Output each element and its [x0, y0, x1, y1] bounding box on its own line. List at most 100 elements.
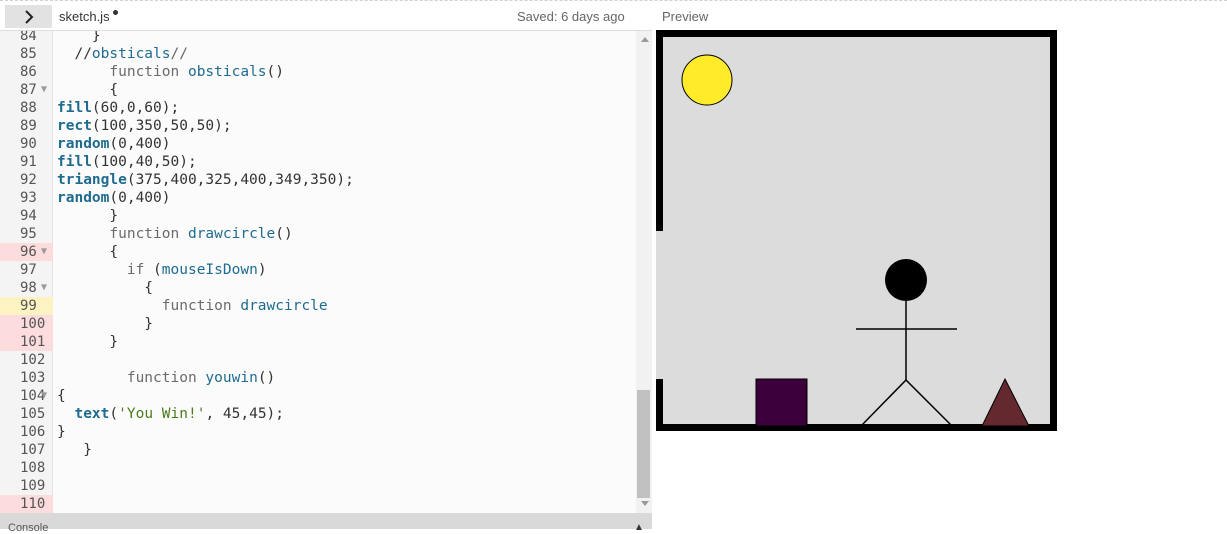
line-number: 98 ▼: [20, 279, 48, 297]
line-number: 91: [20, 154, 37, 170]
sketch-preview-canvas[interactable]: [656, 30, 1057, 431]
line-number: 97: [20, 262, 37, 278]
code-line[interactable]: 105 text('You Win!', 45,45);: [0, 405, 636, 423]
code-line[interactable]: 110: [0, 495, 636, 513]
sun-circle: [681, 54, 733, 106]
code-text: {: [57, 244, 119, 260]
line-number: 100: [0, 315, 53, 333]
code-line[interactable]: 86 function obsticals(): [0, 63, 636, 81]
code-text: fill(60,0,60);: [57, 100, 180, 116]
file-tab-name[interactable]: sketch.js: [59, 9, 110, 24]
obstacle-rectangle: [755, 378, 808, 427]
line-number: 102: [20, 352, 46, 368]
line-number: 92: [20, 172, 37, 188]
code-line[interactable]: 90 random(0,400): [0, 135, 636, 153]
code-text: random(0,400): [57, 190, 171, 206]
line-number: 105: [20, 406, 46, 422]
frame-top-wall: [656, 30, 1057, 37]
code-line[interactable]: 87 ▼ {: [0, 81, 636, 99]
code-text: {: [57, 280, 154, 296]
stick-figure-head: [885, 259, 927, 301]
console-panel[interactable]: Console ▲: [0, 513, 652, 534]
line-number: 110: [0, 495, 53, 513]
line-number: 86: [20, 64, 37, 80]
line-number: 106: [20, 424, 46, 440]
line-number: 85: [20, 46, 37, 62]
line-number: 84: [20, 30, 37, 44]
code-text: triangle(375,400,325,400,349,350);: [57, 172, 354, 188]
code-text: fill(100,40,50);: [57, 154, 197, 170]
code-text: {: [57, 388, 66, 404]
frame-right-wall: [1050, 30, 1057, 431]
code-text: function youwin(): [126, 370, 276, 386]
code-line[interactable]: 98 ▼ {: [0, 279, 636, 297]
code-editor[interactable]: 84 } 85 //obsticals//86 function obstical…: [0, 30, 652, 513]
code-text: }: [57, 442, 92, 458]
fold-arrow-icon[interactable]: ▼: [41, 81, 47, 99]
code-line[interactable]: 89 rect(100,350,50,50);: [0, 117, 636, 135]
code-text: }: [57, 30, 101, 44]
code-text: }: [57, 316, 154, 332]
code-text: //obsticals//: [57, 46, 188, 62]
scroll-down-arrow-icon[interactable]: [641, 501, 649, 506]
code-line[interactable]: 96 ▼ {: [0, 243, 636, 261]
line-number: 103: [20, 370, 46, 386]
unsaved-indicator: [113, 10, 118, 15]
code-text: random(0,400): [57, 136, 171, 152]
line-number: 107: [20, 442, 46, 458]
code-line[interactable]: 85 //obsticals//: [0, 45, 636, 63]
code-line[interactable]: 88 fill(60,0,60);: [0, 99, 636, 117]
line-number: 96 ▼: [0, 243, 53, 261]
line-number: 93: [20, 190, 37, 206]
code-line[interactable]: 94 }: [0, 207, 636, 225]
scroll-up-arrow-icon[interactable]: [641, 37, 649, 42]
frame-left-wall-lower: [656, 379, 663, 431]
code-line[interactable]: 95 function drawcircle(): [0, 225, 636, 243]
code-line[interactable]: 100 }: [0, 315, 636, 333]
line-number: 88: [20, 100, 37, 116]
code-line[interactable]: 92 triangle(375,400,325,400,349,350);: [0, 171, 636, 189]
line-number: 109: [20, 478, 46, 494]
code-line[interactable]: 97 if (mouseIsDown): [0, 261, 636, 279]
console-label: Console: [8, 522, 49, 534]
line-number: 95: [20, 226, 37, 242]
code-line[interactable]: 101 }: [0, 333, 636, 351]
preview-label: Preview: [662, 9, 709, 24]
line-number: 99: [0, 297, 53, 315]
scrollbar-thumb[interactable]: [637, 390, 650, 498]
code-line[interactable]: 93 random(0,400): [0, 189, 636, 207]
line-number: 87 ▼: [20, 81, 48, 99]
code-line[interactable]: 107 }: [0, 441, 636, 459]
chevron-up-icon[interactable]: ▲: [634, 522, 644, 533]
top-bar: sketch.js Saved: 6 days ago Preview: [0, 0, 1227, 30]
code-line[interactable]: 102: [0, 351, 636, 369]
line-number: 89: [20, 118, 37, 134]
code-text: if (mouseIsDown): [126, 262, 267, 278]
code-text: function drawcircle: [161, 298, 328, 314]
line-number: 90: [20, 136, 37, 152]
code-line[interactable]: 106}: [0, 423, 636, 441]
code-text: }: [57, 424, 66, 440]
saved-status: Saved: 6 days ago: [517, 9, 625, 24]
code-line[interactable]: 103 function youwin(): [0, 369, 636, 387]
fold-arrow-icon[interactable]: ▼: [41, 279, 47, 297]
line-number: 101: [0, 333, 53, 351]
line-number: 104 ▼: [20, 387, 48, 405]
sidebar-toggle-button[interactable]: [5, 5, 52, 28]
fold-arrow-icon[interactable]: ▼: [41, 387, 47, 405]
code-line[interactable]: 104 ▼ {: [0, 387, 636, 405]
code-line[interactable]: 91 fill(100,40,50);: [0, 153, 636, 171]
code-text: rect(100,350,50,50);: [57, 118, 232, 134]
line-number: 94: [20, 208, 37, 224]
fold-arrow-icon[interactable]: ▼: [41, 243, 47, 261]
code-line[interactable]: 99 function drawcircle: [0, 297, 636, 315]
code-text: }: [57, 208, 119, 224]
code-text: function drawcircle(): [109, 226, 293, 242]
code-line[interactable]: 109: [0, 477, 636, 495]
code-line[interactable]: 84 }: [0, 30, 636, 45]
code-line[interactable]: 108: [0, 459, 636, 477]
code-text: {: [57, 82, 119, 98]
chevron-right-icon: [24, 9, 33, 24]
code-text: text('You Win!', 45,45);: [74, 406, 285, 422]
line-number: 108: [20, 460, 46, 476]
